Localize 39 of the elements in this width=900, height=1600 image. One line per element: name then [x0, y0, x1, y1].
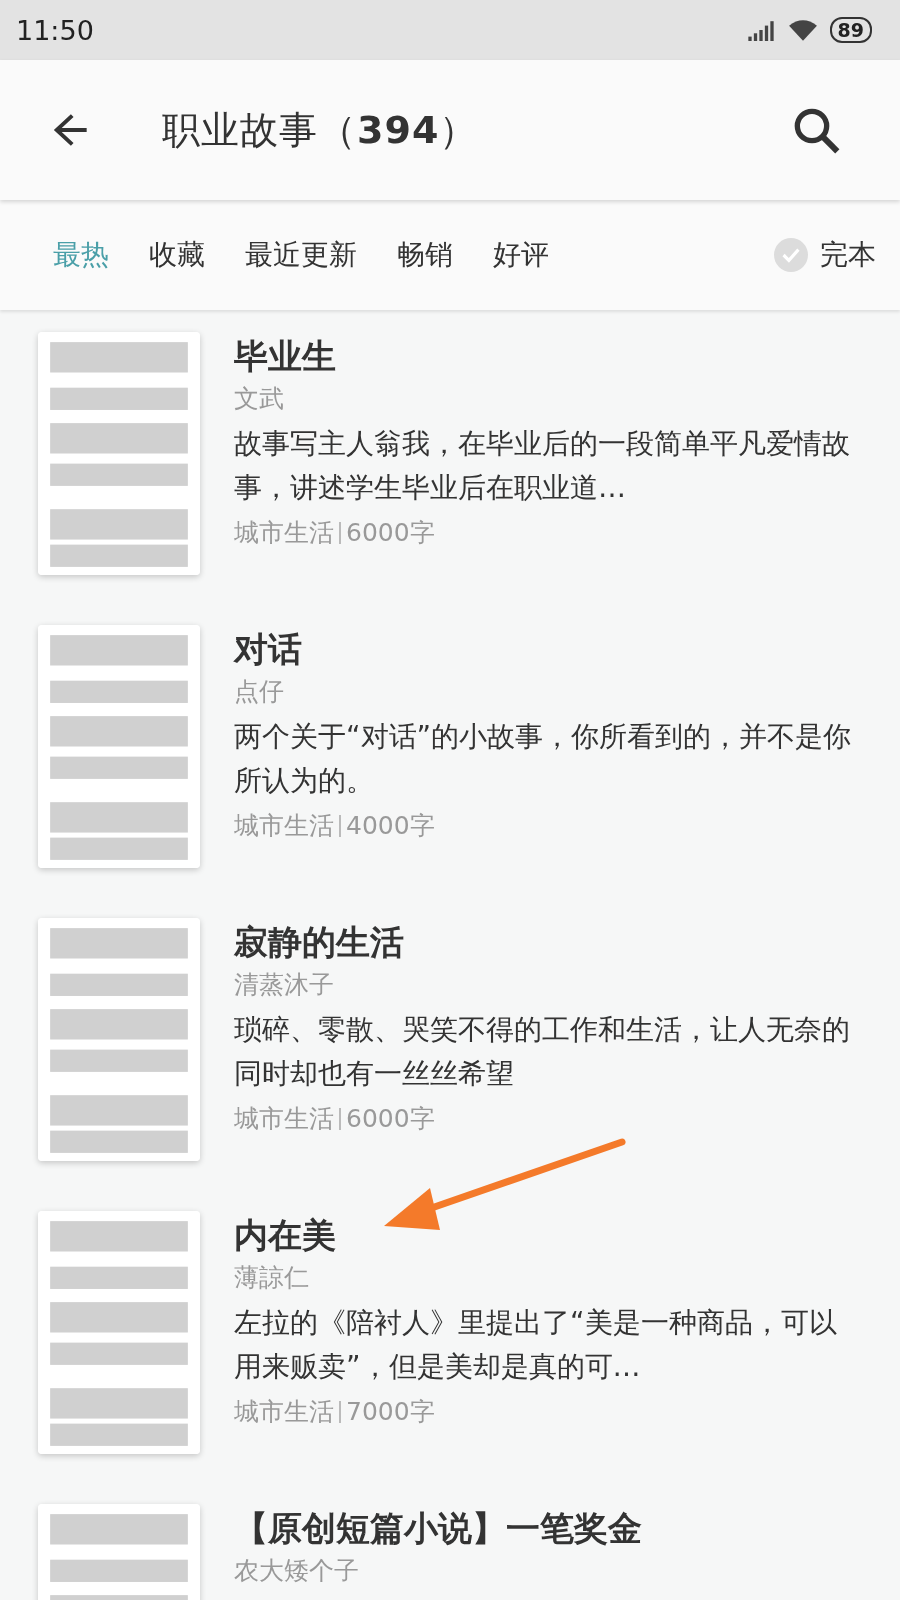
- book-author: 文武: [234, 383, 285, 415]
- filter-tab[interactable]: 最近更新: [245, 236, 357, 274]
- signal-icon: [745, 19, 776, 41]
- book-category: 城市生活: [234, 1103, 334, 1135]
- wifi-icon: [787, 18, 818, 42]
- book-description: 左拉的《陪衬人》里提出了“美是一种商品，可以用来贩卖”，但是美却是真的可…: [234, 1305, 838, 1385]
- book-category: 城市生活: [234, 810, 334, 842]
- book-title: 【原创短篇小说】一笔奖金: [234, 1507, 643, 1550]
- book-author: 薄諒仁: [234, 1262, 310, 1294]
- book-title: 寂静的生活: [234, 921, 405, 964]
- book-item[interactable]: 对话 点仔 两个关于“对话”的小故事，你所看到的，并不是你所认为的。 城市生活 4000字: [0, 625, 900, 918]
- book-author: 农大矮个子: [234, 1555, 360, 1587]
- finished-label: 完本: [820, 237, 876, 273]
- book-author: 清蒸沐子: [234, 969, 335, 1001]
- search-icon[interactable]: [792, 106, 840, 154]
- word-count: 7000字: [346, 1396, 435, 1428]
- filter-tab[interactable]: 好评: [493, 236, 549, 274]
- clock-time: 11:50: [16, 14, 94, 46]
- book-description: 故事写主人翁我，在毕业后的一段简单平凡爱情故事，讲述学生毕业后在职业道…: [234, 426, 851, 506]
- book-category: 城市生活: [234, 1396, 334, 1428]
- book-description: 琐碎、零散、哭笑不得的工作和生活，让人无奈的同时却也有一丝丝希望: [234, 1012, 851, 1092]
- book-category: 城市生活: [234, 517, 334, 549]
- book-item[interactable]: 内在美 薄諒仁 左拉的《陪衬人》里提出了“美是一种商品，可以用来贩卖”，但是美却是真的可… 城市生活 7000字: [0, 1211, 900, 1504]
- filter-tab[interactable]: 畅销: [397, 236, 453, 274]
- page-title: 职业故事（394）: [162, 106, 480, 154]
- book-title: 毕业生: [234, 335, 337, 378]
- book-author: 点仔: [234, 676, 285, 708]
- book-title: 对话: [234, 628, 303, 671]
- filter-tab[interactable]: 收藏: [149, 236, 205, 274]
- word-count: 6000字: [346, 1103, 435, 1135]
- book-item[interactable]: 毕业生 文武 故事写主人翁我，在毕业后的一段简单平凡爱情故事，讲述学生毕业后在职业道… 城市生活 6000字: [0, 332, 900, 625]
- book-description: 两个关于“对话”的小故事，你所看到的，并不是你所认为的。: [234, 719, 852, 799]
- book-item[interactable]: 寂静的生活 清蒸沐子 琐碎、零散、哭笑不得的工作和生活，让人无奈的同时却也有一丝丝希望 城市生活 6000字: [0, 918, 900, 1211]
- book-title: 内在美: [234, 1214, 337, 1257]
- finished-toggle[interactable]: 完本: [774, 236, 876, 274]
- word-count: 6000字: [346, 517, 435, 549]
- word-count: 4000字: [346, 810, 435, 842]
- battery-level: 89: [837, 20, 864, 40]
- book-item[interactable]: 【原创短篇小说】一笔奖金 农大矮个子: [0, 1504, 900, 1600]
